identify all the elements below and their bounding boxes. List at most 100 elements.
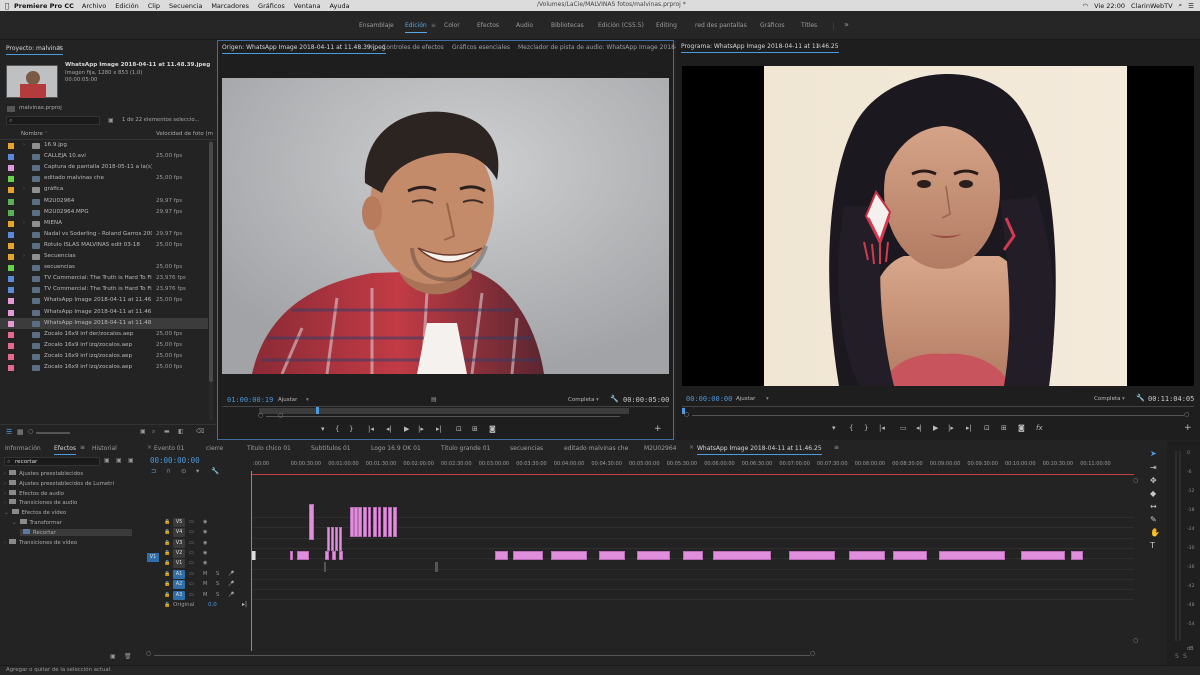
program-mark-in-icon[interactable]: { xyxy=(849,424,853,432)
workspace-graficos[interactable]: Gráficos xyxy=(760,22,785,29)
clear-icon[interactable]: ⌫ xyxy=(196,428,204,435)
seq-tab-1[interactable]: cierre xyxy=(206,445,223,452)
source-in-out-range[interactable] xyxy=(259,408,629,414)
project-item-row[interactable]: CALLEJA 10.avi 25,00 fps xyxy=(0,151,208,162)
32bit-effects-icon[interactable]: ▣ xyxy=(116,457,122,464)
lock-icon[interactable]: 🔒 xyxy=(164,550,170,556)
new-bin-button[interactable]: ▣ xyxy=(140,428,146,435)
col-name-header[interactable]: Nombre xyxy=(21,131,43,137)
program-video-frame[interactable] xyxy=(764,66,1127,386)
solo-button[interactable]: S xyxy=(216,592,219,598)
effects-tree-item[interactable]: ⌄ Transformar xyxy=(12,519,62,526)
insert-icon[interactable]: ⊡ xyxy=(456,425,462,433)
mute-button[interactable]: M xyxy=(203,571,207,577)
source-menu-icon[interactable]: ≡ xyxy=(368,43,373,50)
zoom-circle-icon[interactable]: ○ xyxy=(28,428,33,435)
settings-icon[interactable]: ▤ xyxy=(431,396,437,403)
search-icon[interactable]: ⌕ xyxy=(1179,1,1183,10)
lock-icon[interactable]: 🔒 xyxy=(164,592,170,598)
active-seq-close-icon[interactable]: × xyxy=(689,444,694,451)
effects-tree-item[interactable]: Recortar xyxy=(20,528,132,536)
selection-tool-icon[interactable]: ➤ xyxy=(1150,449,1157,458)
effects-tree-item[interactable]: › Ajustes preestablecidos xyxy=(4,470,83,477)
nest-toggle-icon[interactable]: ⊐ xyxy=(151,467,156,475)
project-item-row[interactable]: TV Commercial: The Truth is Hard To Find… xyxy=(0,273,208,284)
clip-marker[interactable] xyxy=(252,551,255,560)
program-quality-chevron-icon[interactable]: ▾ xyxy=(1122,396,1125,402)
timeline-clip[interactable] xyxy=(513,551,543,560)
vscroll-bottom-icon[interactable]: ○ xyxy=(1133,637,1138,644)
delete-effects-icon[interactable]: 🗑 xyxy=(124,653,132,660)
eye-icon[interactable]: ◉ xyxy=(203,550,207,556)
timeline-clip[interactable] xyxy=(383,507,387,537)
program-zoom-bar[interactable]: ○ ○ xyxy=(684,411,1192,418)
timeline-clip[interactable] xyxy=(327,527,330,551)
label-color-swatch[interactable] xyxy=(8,220,14,227)
tab-informacion[interactable]: Información xyxy=(5,445,41,452)
timeline-clip[interactable] xyxy=(637,551,670,560)
mark-in-icon[interactable]: { xyxy=(335,425,339,433)
label-color-swatch[interactable] xyxy=(8,187,14,194)
timeline-clip[interactable] xyxy=(1021,551,1065,560)
lock-icon[interactable]: 🔒 xyxy=(164,529,170,535)
lock-icon[interactable]: 🔒 xyxy=(164,560,170,566)
workspace-edicion-cs55[interactable]: Edición (CS5.5) xyxy=(598,22,644,29)
new-bin-icon[interactable]: ▣ xyxy=(108,117,114,124)
chevron-down-icon[interactable]: ▾ xyxy=(306,397,309,403)
tab-essential-graphics[interactable]: Gráficos esenciales xyxy=(452,44,510,51)
program-fit-chevron-icon[interactable]: ▾ xyxy=(766,396,769,402)
overwrite-icon[interactable]: ⊞ xyxy=(472,425,478,433)
find-icon[interactable]: ⌕ xyxy=(152,428,155,436)
source-patch-v1[interactable]: V1 xyxy=(147,553,159,562)
effects-menu-icon[interactable]: ≡ xyxy=(80,444,85,451)
solo-right-icon[interactable]: S xyxy=(1183,653,1187,660)
mark-out-icon[interactable]: } xyxy=(349,425,353,433)
timeline-clip[interactable] xyxy=(331,527,334,551)
seq-tab-3[interactable]: Subtitulos 01 xyxy=(311,445,351,452)
export-frame-icon[interactable]: ◙ xyxy=(489,425,496,433)
track-lane[interactable] xyxy=(251,589,1134,591)
source-playhead[interactable] xyxy=(316,407,319,414)
eye-icon[interactable]: ◉ xyxy=(203,529,207,535)
track-target-v5[interactable]: V5 xyxy=(173,518,185,527)
master-lock-icon[interactable]: 🔒 xyxy=(164,602,170,608)
zoom-handle-right[interactable]: ○ xyxy=(278,412,283,419)
program-export-frame-icon[interactable]: ◙ xyxy=(1018,424,1025,432)
effects-search-input[interactable]: ⌕ recortar xyxy=(4,457,100,466)
label-color-swatch[interactable] xyxy=(8,143,14,149)
project-item-row[interactable]: TV Commercial: The Truth is Hard To Find… xyxy=(0,284,208,295)
timeline-clip[interactable] xyxy=(332,551,336,560)
tab-historial[interactable]: Historial xyxy=(92,445,117,452)
workspace-edicion[interactable]: Edición xyxy=(405,22,427,33)
program-step-back-icon[interactable]: ◂| xyxy=(916,424,922,432)
timeline-clip[interactable] xyxy=(683,551,703,560)
track-lane[interactable] xyxy=(251,578,1134,580)
program-go-to-in-icon[interactable]: |◂ xyxy=(879,424,885,432)
project-item-row[interactable]: Nadal vs Soderling - Roland Garros 2009 2… xyxy=(0,229,208,240)
program-video-area[interactable] xyxy=(682,66,1194,386)
yuv-effects-icon[interactable]: ▣ xyxy=(128,457,134,464)
eye-icon[interactable]: ◉ xyxy=(203,560,207,566)
seq-tab-2[interactable]: Titulo chico 01 xyxy=(247,445,291,452)
track-target-v1[interactable]: V1 xyxy=(173,559,185,569)
list-view-icon[interactable]: ☰ xyxy=(6,428,12,436)
timeline-clip[interactable] xyxy=(551,551,587,560)
program-add-marker-icon[interactable]: ▾ xyxy=(832,424,836,432)
seq-tab-4[interactable]: Logo 16.9 OK 01 xyxy=(371,445,421,452)
add-button-icon[interactable]: + xyxy=(654,424,662,434)
timeline-clip[interactable] xyxy=(495,551,508,560)
project-item-row[interactable]: secuencias 25,00 fps xyxy=(0,262,208,273)
col-fps-header[interactable]: Velocidad de foto (m xyxy=(156,131,213,137)
track-lane[interactable] xyxy=(251,568,1134,570)
go-to-out-icon[interactable]: ▸| xyxy=(436,425,442,433)
clock[interactable]: Vie 22:00 xyxy=(1094,2,1125,10)
menu-archivo[interactable]: Archivo xyxy=(82,2,106,10)
workspace-bibliotecas[interactable]: Bibliotecas xyxy=(551,22,584,29)
project-item-row[interactable]: Rótulo ISLAS MALVINAS edit 03-18 25,00 fp… xyxy=(0,240,208,251)
play-icon[interactable]: ▶ xyxy=(404,425,409,433)
project-item-row[interactable]: WhatsApp Image 2018-04-11 at 11.46.25 25,… xyxy=(0,295,208,306)
tree-toggle-icon[interactable]: › xyxy=(4,481,6,487)
apple-icon[interactable]:  xyxy=(0,2,14,10)
source-fit-dropdown[interactable]: Ajustar xyxy=(278,397,297,403)
new-item-icon[interactable]: ◧ xyxy=(178,428,184,435)
